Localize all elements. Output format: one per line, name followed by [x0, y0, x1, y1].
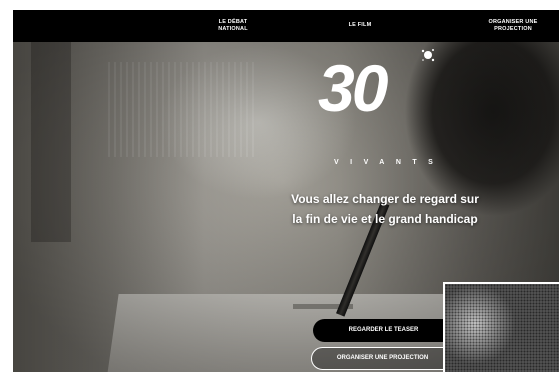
logo-number: 30	[318, 51, 388, 125]
page-frame: LE DÉBAT NATIONAL LE FILM ORGANISER UNE …	[13, 10, 559, 372]
top-navigation: LE DÉBAT NATIONAL LE FILM ORGANISER UNE …	[13, 10, 559, 42]
nav-link-debat-national[interactable]: LE DÉBAT NATIONAL	[213, 19, 253, 33]
thumbnail-halftone	[445, 284, 559, 372]
nav-link-debat-line2: NATIONAL	[218, 26, 248, 32]
nav-link-organiser-line2: PROJECTION	[494, 26, 532, 32]
nav-link-organiser-projection[interactable]: ORGANISER UNE PROJECTION	[483, 19, 543, 33]
splash-icon	[421, 49, 435, 62]
hero-headline-line2: la fin de vie et le grand handicap	[292, 212, 478, 226]
nav-link-debat-line1: LE DÉBAT	[218, 19, 248, 25]
video-thumbnail[interactable]	[443, 282, 559, 372]
nav-link-film-label: LE FILM	[348, 22, 372, 28]
brand-logo: 30	[313, 48, 441, 134]
organize-screening-button[interactable]: ORGANISER UNE PROJECTION	[311, 347, 454, 370]
nav-link-le-film[interactable]: LE FILM	[340, 22, 380, 29]
hero-headline: Vous allez changer de regard sur la fin …	[265, 189, 505, 229]
logo-wordmark: VIVANTS	[334, 159, 445, 166]
nav-link-organiser-line1: ORGANISER UNE	[488, 19, 538, 25]
watch-teaser-button[interactable]: REGARDER LE TEASER	[313, 319, 454, 342]
hero-headline-line1: Vous allez changer de regard sur	[291, 192, 479, 206]
